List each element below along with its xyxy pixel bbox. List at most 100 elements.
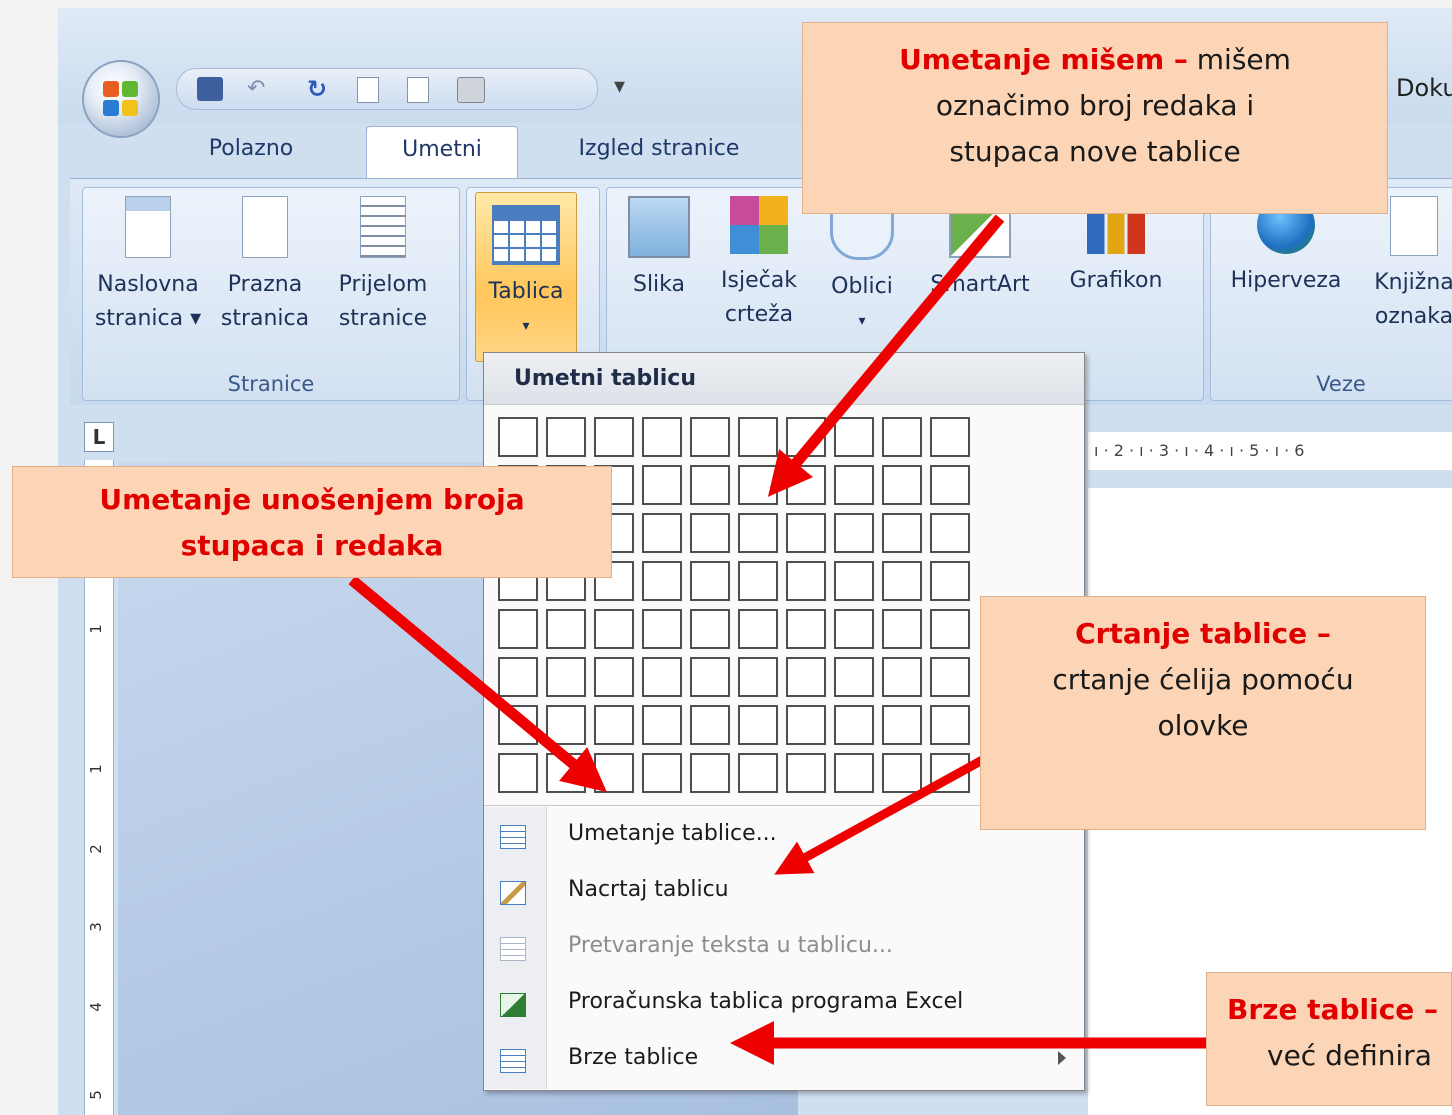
grid-cell[interactable]	[738, 561, 778, 601]
quick-table-icon	[500, 1049, 526, 1073]
tablica-button[interactable]: Tablica ▾	[475, 192, 577, 362]
grid-cell[interactable]	[594, 753, 634, 793]
menu-item-brze-tablice[interactable]: Brze tablice	[484, 1035, 1084, 1087]
grid-cell[interactable]	[642, 417, 682, 457]
grid-cell[interactable]	[786, 561, 826, 601]
tab-selector[interactable]: L	[84, 422, 114, 452]
grid-cell[interactable]	[642, 561, 682, 601]
grid-cell[interactable]	[738, 465, 778, 505]
grid-cell[interactable]	[594, 705, 634, 745]
tab-umetni[interactable]: Umetni	[366, 126, 518, 179]
print-preview-icon[interactable]	[407, 77, 429, 103]
grid-cell[interactable]	[738, 513, 778, 553]
grid-cell[interactable]	[834, 513, 874, 553]
grid-cell[interactable]	[498, 417, 538, 457]
grid-cell[interactable]	[882, 561, 922, 601]
grid-cell[interactable]	[498, 705, 538, 745]
slika-button[interactable]: Slika	[617, 196, 701, 302]
grid-cell[interactable]	[834, 561, 874, 601]
knjizna-oznaka-button[interactable]: Knjižna oznaka	[1359, 196, 1452, 334]
grid-cell[interactable]	[786, 705, 826, 745]
grid-cell[interactable]	[546, 705, 586, 745]
office-button[interactable]	[84, 62, 158, 136]
oblici-button[interactable]: Oblici ▾	[817, 196, 907, 338]
grid-cell[interactable]	[834, 657, 874, 697]
grid-cell[interactable]	[690, 753, 730, 793]
menu-item-excel[interactable]: Proračunska tablica programa Excel	[484, 979, 1084, 1031]
grid-cell[interactable]	[690, 513, 730, 553]
submenu-arrow-icon	[1058, 1051, 1066, 1065]
grid-cell[interactable]	[738, 657, 778, 697]
grid-cell[interactable]	[546, 417, 586, 457]
prijelom-stranice-button[interactable]: Prijelom stranice	[323, 196, 443, 336]
grid-cell[interactable]	[882, 465, 922, 505]
grid-cell[interactable]	[882, 753, 922, 793]
grid-cell[interactable]	[690, 609, 730, 649]
grid-cell[interactable]	[642, 465, 682, 505]
new-document-icon[interactable]	[357, 77, 379, 103]
grid-cell[interactable]	[498, 609, 538, 649]
vruler-number: 1	[86, 624, 105, 634]
grid-cell[interactable]	[690, 417, 730, 457]
grid-cell[interactable]	[930, 753, 970, 793]
grid-cell[interactable]	[738, 705, 778, 745]
naslovna-stranica-button[interactable]: Naslovna stranica ▾	[89, 196, 207, 336]
menu-item-nacrtaj-tablicu[interactable]: Nacrtaj tablicu	[484, 867, 1084, 919]
grid-cell[interactable]	[498, 753, 538, 793]
grid-cell[interactable]	[786, 417, 826, 457]
grid-cell[interactable]	[738, 753, 778, 793]
grid-cell[interactable]	[642, 609, 682, 649]
grid-cell[interactable]	[546, 609, 586, 649]
grid-cell[interactable]	[546, 657, 586, 697]
grid-cell[interactable]	[690, 705, 730, 745]
grid-cell[interactable]	[594, 417, 634, 457]
grid-cell[interactable]	[882, 417, 922, 457]
grid-cell[interactable]	[642, 657, 682, 697]
undo-icon[interactable]: ↶	[247, 77, 273, 101]
grid-cell[interactable]	[930, 657, 970, 697]
grid-cell[interactable]	[642, 513, 682, 553]
grid-cell[interactable]	[834, 465, 874, 505]
grid-cell[interactable]	[930, 609, 970, 649]
grid-cell[interactable]	[786, 657, 826, 697]
grid-cell[interactable]	[786, 513, 826, 553]
grid-cell[interactable]	[690, 561, 730, 601]
grid-cell[interactable]	[594, 657, 634, 697]
isjecak-crteza-button[interactable]: Isječak crteža	[709, 196, 809, 332]
callout-text: olovke	[1157, 709, 1249, 742]
grid-cell[interactable]	[786, 753, 826, 793]
grid-cell[interactable]	[546, 753, 586, 793]
grid-cell[interactable]	[882, 705, 922, 745]
grid-cell[interactable]	[930, 417, 970, 457]
prazna-label-2: stranica	[220, 306, 310, 331]
grid-cell[interactable]	[930, 465, 970, 505]
grid-cell[interactable]	[930, 705, 970, 745]
save-icon[interactable]	[197, 77, 223, 101]
grid-cell[interactable]	[834, 609, 874, 649]
tab-polazno[interactable]: Polazno	[186, 126, 316, 172]
grid-cell[interactable]	[834, 417, 874, 457]
prazna-stranica-button[interactable]: Prazna stranica	[215, 196, 315, 336]
grid-cell[interactable]	[882, 609, 922, 649]
grid-cell[interactable]	[594, 609, 634, 649]
grid-cell[interactable]	[642, 705, 682, 745]
grid-cell[interactable]	[642, 753, 682, 793]
knjizna-label-2: oznaka	[1374, 304, 1452, 329]
print-icon[interactable]	[457, 77, 485, 103]
redo-icon[interactable]: ↻	[307, 77, 333, 101]
grid-cell[interactable]	[690, 657, 730, 697]
grid-cell[interactable]	[738, 609, 778, 649]
grid-cell[interactable]	[786, 465, 826, 505]
grid-cell[interactable]	[690, 465, 730, 505]
grid-cell[interactable]	[834, 753, 874, 793]
grid-cell[interactable]	[786, 609, 826, 649]
grid-cell[interactable]	[738, 417, 778, 457]
grid-cell[interactable]	[882, 513, 922, 553]
grid-cell[interactable]	[498, 657, 538, 697]
grid-cell[interactable]	[882, 657, 922, 697]
customize-qat-icon[interactable]: ▾	[614, 74, 625, 99]
grid-cell[interactable]	[930, 513, 970, 553]
grid-cell[interactable]	[930, 561, 970, 601]
tab-izgled-stranice[interactable]: Izgled stranice	[544, 126, 774, 172]
grid-cell[interactable]	[834, 705, 874, 745]
